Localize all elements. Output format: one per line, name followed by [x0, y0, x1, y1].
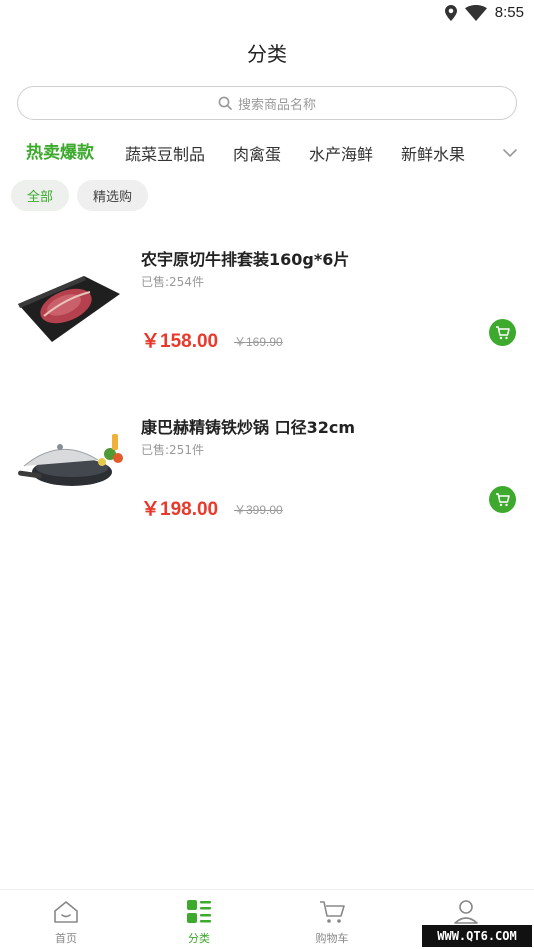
category-tab-fruit[interactable]: 新鲜水果: [401, 141, 465, 165]
product-name: 农宇原切牛排套装160g*6片: [141, 250, 350, 269]
cart-icon: [320, 901, 345, 923]
product-name: 康巴赫精铸铁炒锅 口径32cm: [141, 418, 355, 437]
tab-category-label: 分类: [188, 932, 210, 945]
product-price: ￥198.00: [141, 499, 219, 520]
cart-icon: [495, 325, 510, 339]
tab-cart-label: 购物车: [315, 932, 349, 945]
cart-icon: [495, 492, 510, 506]
steak-image: [18, 276, 120, 342]
tab-home-label: 首页: [55, 932, 77, 945]
category-tab-vegetables[interactable]: 蔬菜豆制品: [125, 141, 205, 165]
home-icon: [54, 901, 78, 923]
user-icon: [454, 900, 478, 924]
search-icon: [218, 96, 232, 110]
wok-image: [18, 434, 123, 486]
tab-home[interactable]: 首页: [26, 898, 106, 946]
product-sold-count: 已售:254件: [141, 275, 204, 289]
wifi-icon: [464, 4, 487, 21]
filter-chip-selected[interactable]: 精选购: [77, 180, 149, 211]
search-placeholder: 搜索商品名称: [237, 97, 316, 113]
watermark: WWW.QT6.COM: [422, 925, 532, 947]
product-price: ￥158.00: [141, 331, 219, 352]
category-tab-seafood[interactable]: 水产海鲜: [309, 141, 373, 165]
category-tab-meat[interactable]: 肉禽蛋: [233, 141, 281, 165]
tab-category[interactable]: 分类: [159, 898, 239, 946]
category-tabs: 热卖爆款 蔬菜豆制品 肉禽蛋 水产海鲜 新鲜水果: [0, 138, 534, 168]
product-original-price: ￥169.90: [234, 335, 283, 349]
status-bar: 8:55: [0, 0, 534, 28]
location-icon: [444, 4, 457, 21]
product-original-price: ￥399.00: [234, 503, 283, 517]
chevron-down-icon[interactable]: [500, 143, 520, 163]
status-icons: 8:55: [444, 4, 524, 21]
status-time: 8:55: [494, 4, 524, 21]
product-sold-count: 已售:251件: [141, 443, 204, 457]
add-to-cart-button[interactable]: [489, 486, 516, 513]
filter-chip-all[interactable]: 全部: [11, 180, 70, 211]
category-icon: [187, 900, 211, 923]
search-input[interactable]: 搜索商品名称: [17, 86, 517, 120]
product-item[interactable]: 农宇原切牛排套装160g*6片 已售:254件 ￥158.00 ￥169.90: [0, 232, 534, 392]
category-tab-hot[interactable]: 热卖爆款: [26, 138, 94, 163]
tab-cart[interactable]: 购物车: [292, 898, 372, 946]
filter-chips: 全部 精选购: [11, 180, 149, 211]
product-item[interactable]: 康巴赫精铸铁炒锅 口径32cm 已售:251件 ￥198.00 ￥399.00: [0, 400, 534, 560]
page-title: 分类: [247, 42, 287, 66]
add-to-cart-button[interactable]: [489, 319, 516, 346]
